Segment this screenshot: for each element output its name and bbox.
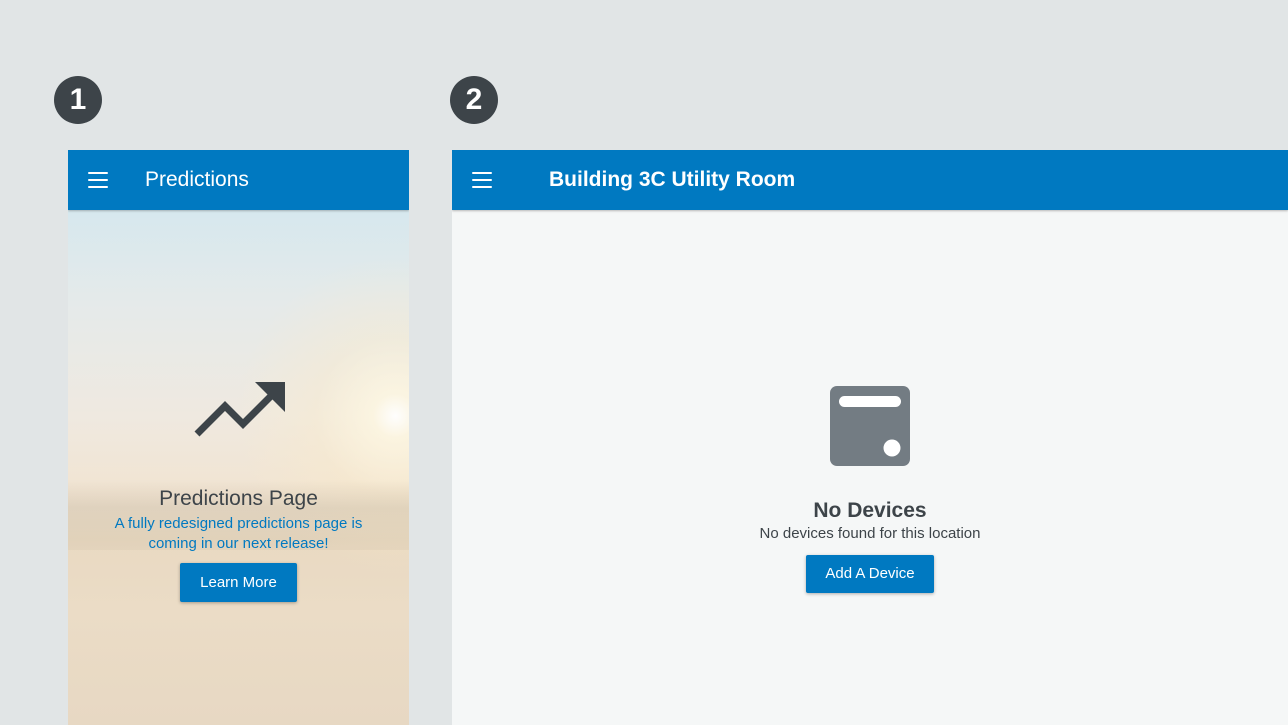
hamburger-menu-icon[interactable] [88,172,108,188]
step-badge-2: 2 [450,76,498,124]
step-badge-1: 1 [54,76,102,124]
trending-up-icon [194,382,285,437]
predictions-heading: Predictions Page [159,487,318,510]
learn-more-button[interactable]: Learn More [180,563,297,602]
devices-screen: Building 3C Utility Room No Devices No d… [452,150,1288,725]
empty-state: No Devices No devices found for this loc… [452,386,1288,593]
add-device-button[interactable]: Add A Device [806,555,934,593]
predictions-screen: Predictions Predictions Page A fully red… [68,150,409,725]
empty-state-description: No devices found for this location [759,525,981,542]
devices-app-bar: Building 3C Utility Room [452,150,1288,210]
predictions-title: Predictions [145,168,249,191]
predictions-content: Predictions Page A fully redesigned pred… [68,382,409,602]
predictions-description: A fully redesigned predictions page is c… [114,515,363,552]
hamburger-menu-icon[interactable] [472,172,492,188]
device-icon [830,386,910,466]
predictions-app-bar: Predictions [68,150,409,210]
location-title: Building 3C Utility Room [549,168,796,191]
empty-state-title: No Devices [813,499,927,522]
